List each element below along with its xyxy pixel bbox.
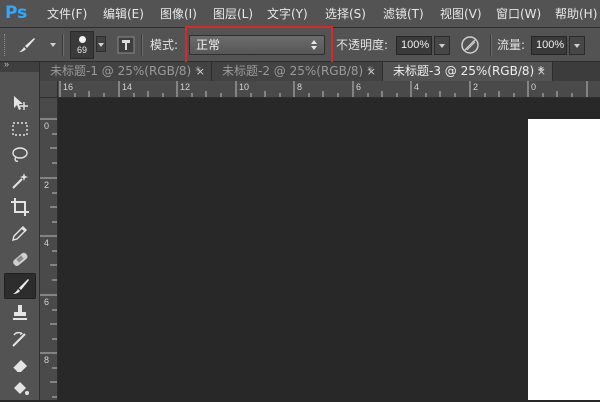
- ruler-label: 4: [414, 82, 420, 92]
- tab-label: 未标题-3 @ 25%(RGB/8) *: [393, 64, 544, 78]
- tab-untitled-2[interactable]: 未标题-2 @ 25%(RGB/8) * ×: [212, 62, 383, 81]
- close-icon[interactable]: ×: [196, 62, 205, 81]
- opacity-label: 不透明度:: [336, 38, 389, 52]
- eraser-tool-icon: [12, 360, 27, 373]
- paint-bucket-tool[interactable]: [4, 376, 36, 402]
- flow-label: 流量:: [497, 38, 526, 52]
- tools-panel: »: [0, 59, 40, 402]
- eyedropper-tool[interactable]: [4, 220, 36, 246]
- menu-type[interactable]: 文字(Y): [267, 0, 308, 28]
- menu-filter[interactable]: 滤镜(T): [383, 0, 424, 28]
- flow-input[interactable]: 100%: [531, 36, 567, 55]
- ruler-label: 2: [473, 82, 479, 92]
- tab-label: 未标题-1 @ 25%(RGB/8) *: [50, 64, 201, 78]
- close-icon[interactable]: ×: [537, 62, 546, 81]
- chevron-down-icon: [574, 44, 580, 48]
- menu-help[interactable]: 帮助(H): [555, 0, 597, 28]
- lasso-tool[interactable]: [4, 142, 36, 168]
- flow-dropdown[interactable]: [569, 36, 585, 55]
- ruler-label: 12: [180, 82, 191, 92]
- document-canvas[interactable]: [528, 119, 600, 400]
- chevron-down-icon: [439, 44, 445, 48]
- menu-bar: Ps 文件(F) 编辑(E) 图像(I) 图层(L) 文字(Y) 选择(S) 滤…: [0, 0, 600, 28]
- tab-untitled-3[interactable]: 未标题-3 @ 25%(RGB/8) * ×: [383, 62, 553, 81]
- divider: [141, 34, 143, 56]
- eraser-tool[interactable]: [4, 352, 36, 378]
- marquee-tool[interactable]: [4, 116, 36, 142]
- history-brush-tool-icon: [12, 331, 26, 347]
- ruler-label: 16: [63, 82, 74, 92]
- close-icon[interactable]: ×: [367, 62, 376, 81]
- paint-bucket-tool-icon: [14, 382, 29, 395]
- opacity-input[interactable]: 100%: [396, 36, 432, 55]
- document-tabs: 未标题-1 @ 25%(RGB/8) * × 未标题-2 @ 25%(RGB/8…: [40, 62, 600, 81]
- ruler-label: 6: [44, 297, 50, 307]
- ruler-label: 8: [297, 82, 303, 92]
- ruler-label: 10: [239, 82, 250, 92]
- healing-brush-tool[interactable]: [4, 246, 36, 272]
- lasso-tool-icon: [12, 147, 28, 162]
- brush-size-value: 69: [76, 45, 87, 55]
- ruler-corner[interactable]: [40, 81, 58, 98]
- healing-brush-tool-icon: [13, 252, 28, 266]
- move-tool-icon: [14, 96, 28, 110]
- ruler-ticks: [59, 81, 588, 97]
- brush-preset-icon: [19, 38, 35, 52]
- ruler-label: 0: [531, 82, 537, 92]
- horizontal-ruler[interactable]: 16 14 12 10 8 6 4 2 0: [58, 81, 600, 98]
- brush-size-preview[interactable]: 69: [70, 31, 94, 59]
- options-grip[interactable]: [4, 34, 8, 56]
- tab-untitled-1[interactable]: 未标题-1 @ 25%(RGB/8) * ×: [40, 62, 212, 81]
- brush-panel-toggle[interactable]: [117, 36, 135, 54]
- tool-preset-picker[interactable]: [14, 34, 58, 56]
- opacity-dropdown[interactable]: [434, 36, 450, 55]
- menu-view[interactable]: 视图(V): [440, 0, 482, 28]
- menu-layer[interactable]: 图层(L): [213, 0, 253, 28]
- magic-wand-tool-icon: [12, 173, 28, 189]
- clone-stamp-tool[interactable]: [4, 300, 36, 326]
- menu-edit[interactable]: 编辑(E): [103, 0, 144, 28]
- divider: [62, 34, 64, 56]
- history-brush-tool[interactable]: [4, 326, 36, 352]
- ruler-label: 14: [122, 82, 133, 92]
- eyedropper-tool-icon: [12, 226, 27, 241]
- brush-picker-dropdown[interactable]: [96, 36, 106, 52]
- brush-tool-icon: [13, 279, 29, 294]
- vertical-ruler[interactable]: 0 2 4 6 8: [40, 98, 58, 400]
- clone-stamp-tool-icon: [13, 305, 27, 320]
- menu-image[interactable]: 图像(I): [160, 0, 197, 28]
- pressure-opacity-icon: [461, 36, 479, 54]
- chevron-down-icon: [50, 43, 56, 47]
- crop-tool-icon: [11, 198, 29, 216]
- menu-select[interactable]: 选择(S): [325, 0, 366, 28]
- photoshop-logo: Ps: [5, 3, 28, 23]
- divider: [490, 34, 492, 56]
- magic-wand-tool[interactable]: [4, 168, 36, 194]
- ruler-label: 2: [44, 180, 50, 190]
- chevron-down-icon: [98, 43, 104, 47]
- ruler-label: 4: [44, 238, 50, 248]
- mode-label: 模式:: [150, 38, 179, 52]
- ruler-label: 6: [356, 82, 362, 92]
- tab-label: 未标题-2 @ 25%(RGB/8) *: [222, 64, 373, 78]
- brush-tool[interactable]: [4, 273, 36, 299]
- move-tool[interactable]: [4, 90, 36, 116]
- brush-tip-icon: [79, 36, 86, 43]
- crop-tool[interactable]: [4, 194, 36, 220]
- menu-window[interactable]: 窗口(W): [496, 0, 541, 28]
- marquee-tool-icon: [12, 122, 28, 136]
- pressure-opacity-button[interactable]: [460, 35, 480, 55]
- collapse-icon[interactable]: »: [4, 59, 9, 69]
- ruler-label: 8: [44, 355, 50, 365]
- canvas-workspace[interactable]: [58, 98, 600, 400]
- menu-file[interactable]: 文件(F): [47, 0, 87, 28]
- brush-panel-icon: [117, 36, 135, 54]
- ruler-label: 0: [44, 121, 50, 131]
- tools-panel-header[interactable]: »: [0, 59, 39, 72]
